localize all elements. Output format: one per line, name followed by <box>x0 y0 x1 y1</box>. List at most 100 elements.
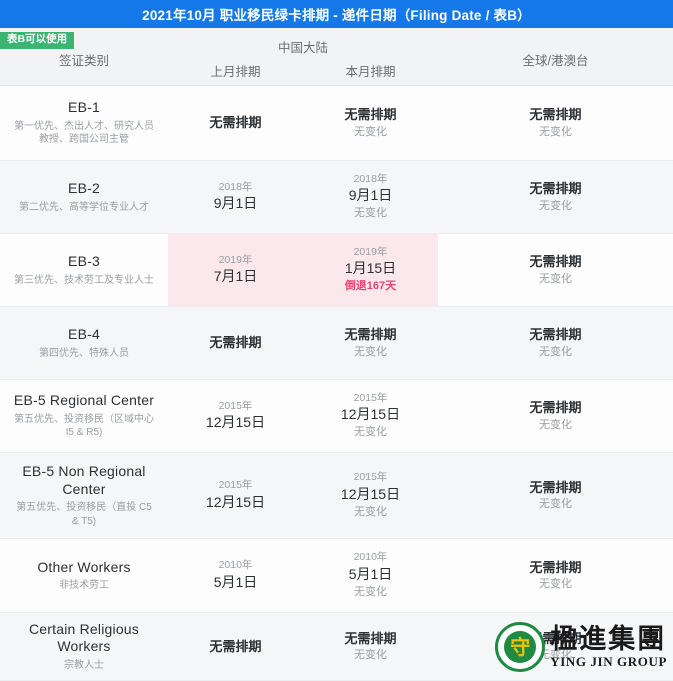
date-no-backlog: 无需排期 <box>529 630 582 646</box>
date-change-note: 无变化 <box>354 345 387 358</box>
visa-category-subtitle: 第四优先、特殊人员 <box>39 347 129 359</box>
date-day: 7月1日 <box>213 268 258 285</box>
cell-visa-category: EB-5 Non Regional Center 第五优先、投资移民（直投 C5 &… <box>0 463 168 528</box>
cell-visa-category: Other Workers 非技术劳工 <box>0 559 168 593</box>
date-day: 9月1日 <box>213 195 258 212</box>
table-row: Certain Religious Workers 宗教人士 无需排期 无需排期 无变化… <box>0 613 673 681</box>
cell-worldwide: 无需排期 无变化 <box>438 253 673 287</box>
date-year: 2015年 <box>218 479 253 492</box>
date-change-note: 无变化 <box>354 207 387 220</box>
table-row: EB-3 第三优先、技术劳工及专业人士 2019年 7月1日 2019年 1月15日 倒退1… <box>0 234 673 307</box>
cell-current-month: 无需排期 无变化 <box>303 630 438 664</box>
date-year: 2015年 <box>353 471 388 484</box>
visa-category-subtitle: 第一优先、杰出人才、研究人员 教授、跨国公司主管 <box>14 120 154 146</box>
visa-category-title: Other Workers <box>37 558 131 575</box>
table-header-row: 表B可以使用 签证类别 中国大陆 上月排期 本月排期 全球/港澳台 <box>0 28 673 86</box>
date-no-backlog: 无需排期 <box>344 107 397 123</box>
table-row: EB-2 第二优先、高等学位专业人才 2018年 9月1日 2018年 9月1日 无变化 无需… <box>0 161 673 234</box>
date-day: 9月1日 <box>348 187 393 204</box>
cell-current-month: 无需排期 无变化 <box>303 106 438 140</box>
date-change-note: 无变化 <box>539 649 572 662</box>
table-row: EB-4 第四优先、特殊人员 无需排期 无需排期 无变化 无需排期 无变化 <box>0 307 673 380</box>
cell-visa-category: EB-4 第四优先、特殊人员 <box>0 326 168 360</box>
date-change-note: 无变化 <box>539 199 572 212</box>
visa-category-subtitle: 第五优先、投资移民（直投 C5 & T5) <box>16 502 152 527</box>
visa-category-subtitle: 宗教人士 <box>64 659 104 671</box>
table-row: EB-1 第一优先、杰出人才、研究人员 教授、跨国公司主管 无需排期 无需排期 无变化 无需… <box>0 86 673 161</box>
date-day: 5月1日 <box>348 565 393 582</box>
visa-category-title: EB-2 <box>68 180 100 196</box>
visa-category-title: EB-1 <box>68 99 100 116</box>
date-year: 2015年 <box>218 399 253 412</box>
cell-worldwide: 无需排期 无变化 <box>438 326 673 360</box>
date-day: 12月15日 <box>340 406 401 423</box>
bulletin-title-banner: 2021年10月 职业移民绿卡排期 - 递件日期（Filing Date / 表… <box>0 0 673 28</box>
visa-category-subtitle: 第三优先、技术劳工及专业人士 <box>14 274 154 286</box>
cell-current-month: 2010年 5月1日 无变化 <box>303 551 438 600</box>
date-day: 12月15日 <box>340 485 401 502</box>
date-change-note: 无变化 <box>539 498 572 511</box>
date-change-note: 无变化 <box>539 345 572 358</box>
date-change-note: 无变化 <box>539 272 572 285</box>
cell-previous-month: 2010年 5月1日 <box>168 559 303 592</box>
date-year: 2010年 <box>218 559 253 572</box>
date-day: 1月15日 <box>344 260 397 277</box>
cell-previous-month: 2015年 12月15日 <box>168 400 303 433</box>
date-no-backlog: 无需排期 <box>529 107 582 123</box>
table-row: EB-5 Non Regional Center 第五优先、投资移民（直投 C5 &… <box>0 453 673 539</box>
cell-visa-category: EB-2 第二优先、高等学位专业人才 <box>0 180 168 214</box>
cell-visa-category: EB-1 第一优先、杰出人才、研究人员 教授、跨国公司主管 <box>0 99 168 147</box>
date-day: 12月15日 <box>205 493 266 510</box>
date-year: 2018年 <box>353 172 388 185</box>
cell-current-month: 2018年 9月1日无变化 <box>303 173 438 222</box>
date-no-backlog: 无需排期 <box>209 335 262 351</box>
cell-previous-month: 无需排期 <box>168 638 303 656</box>
cell-previous-month: 2019年 7月1日 <box>168 254 303 287</box>
date-change-note: 无变化 <box>354 649 387 662</box>
cell-worldwide: 无需排期 无变化 <box>438 559 673 593</box>
table-row: EB-5 Regional Center 第五优先、投资移民（区域中心 I5 & R… <box>0 380 673 453</box>
visa-category-title: EB-5 Non Regional Center <box>22 463 146 497</box>
date-no-backlog: 无需排期 <box>529 559 582 575</box>
date-no-backlog: 无需排期 <box>529 400 582 416</box>
visa-category-subtitle: 第二优先、高等学位专业人才 <box>19 201 149 213</box>
visa-category-title: EB-3 <box>68 253 100 269</box>
page-title: 2021年10月 职业移民绿卡排期 - 递件日期（Filing Date / 表… <box>142 8 531 23</box>
cell-current-month: 无需排期 无变化 <box>303 326 438 360</box>
date-no-backlog: 无需排期 <box>529 327 582 343</box>
cell-current-month: 2019年 1月15日 倒退167天 <box>303 246 438 295</box>
date-year: 2015年 <box>353 391 388 404</box>
cell-worldwide: 无需排期 无变化 <box>438 180 673 214</box>
cell-visa-category: EB-5 Regional Center 第五优先、投资移民（区域中心 I5 & R… <box>0 392 168 440</box>
cell-worldwide: 无需排期 无变化 <box>438 630 673 664</box>
cell-previous-month: 2018年 9月1日 <box>168 181 303 214</box>
date-no-backlog: 无需排期 <box>529 254 582 270</box>
table-row: Other Workers 非技术劳工 2010年 5月1日 2010年 5月1日 无变化无… <box>0 539 673 613</box>
date-change-note: 无变化 <box>354 426 387 439</box>
cell-current-month: 2015年 12月15日无变化 <box>303 392 438 441</box>
table-body: EB-1 第一优先、杰出人才、研究人员 教授、跨国公司主管 无需排期 无需排期 无变化 无需… <box>0 86 673 681</box>
column-header-current-month: 本月排期 <box>345 65 396 79</box>
visa-category-title: EB-5 Regional Center <box>13 392 155 409</box>
visa-category-subtitle: 第五优先、投资移民（区域中心 I5 & R5) <box>14 413 154 439</box>
cell-previous-month: 无需排期 <box>168 114 303 132</box>
column-header-worldwide: 全球/港澳台 <box>522 54 589 68</box>
date-no-backlog: 无需排期 <box>529 181 582 197</box>
date-day: 5月1日 <box>213 573 258 590</box>
date-change-note: 无变化 <box>539 418 572 431</box>
visa-category-title: Certain Religious Workers <box>28 620 139 655</box>
cell-worldwide: 无需排期 无变化 <box>438 106 673 140</box>
date-year: 2019年 <box>218 253 253 266</box>
cell-worldwide: 无需排期 无变化 <box>438 479 673 513</box>
column-header-category: 签证类别 <box>58 54 109 68</box>
date-day: 12月15日 <box>205 414 266 431</box>
date-no-backlog: 无需排期 <box>344 630 397 646</box>
column-header-china-group: 中国大陆 <box>277 41 328 55</box>
cell-worldwide: 无需排期 无变化 <box>438 399 673 433</box>
cell-visa-category: Certain Religious Workers 宗教人士 <box>0 621 168 673</box>
date-change-note: 无变化 <box>354 505 387 518</box>
date-year: 2018年 <box>218 180 253 193</box>
visa-bulletin-table: 2021年10月 职业移民绿卡排期 - 递件日期（Filing Date / 表… <box>0 0 673 681</box>
date-change-note: 无变化 <box>354 585 387 598</box>
date-no-backlog: 无需排期 <box>344 327 397 343</box>
